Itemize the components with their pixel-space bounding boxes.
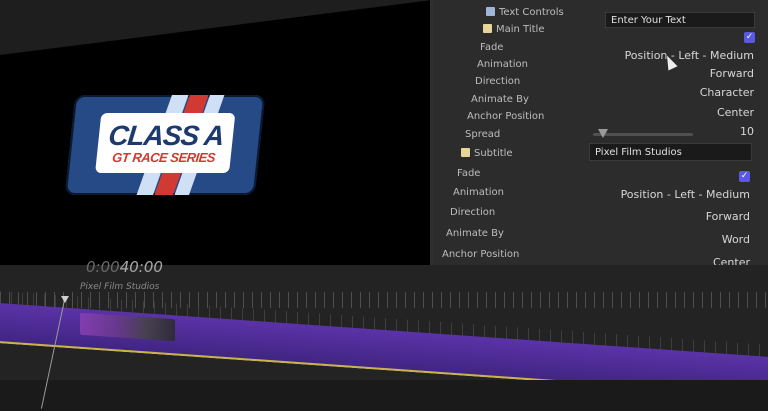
main-direction-dropdown[interactable]: Forward [710, 67, 754, 80]
main-anchor-position-label: Anchor Position [467, 111, 545, 122]
sub-animate-by-label: Animate By [446, 228, 504, 239]
playhead-handle-icon[interactable] [61, 296, 69, 303]
main-title-text-field[interactable]: Enter Your Text [605, 12, 755, 28]
pencil-icon [483, 24, 492, 33]
main-fade-label: Fade [480, 42, 504, 53]
timeline-floor [0, 380, 768, 411]
clip-name-label: Pixel Film Studios [80, 282, 160, 292]
spread-label: Spread [465, 129, 501, 140]
sub-fade-label: Fade [457, 168, 481, 179]
spread-slider-knob[interactable] [598, 129, 608, 138]
sub-anchor-position-label: Anchor Position [442, 249, 520, 260]
main-direction-label: Direction [475, 76, 521, 87]
logo-title: CLASS A [106, 119, 226, 151]
main-animate-by-label: Animate By [471, 94, 529, 105]
sub-animation-label: Animation [453, 187, 504, 198]
logo-subtitle: GT RACE SERIES [111, 149, 216, 165]
main-animation-label: Animation [477, 59, 528, 70]
subtitle-heading[interactable]: Subtitle [461, 148, 513, 159]
text-controls-icon [486, 7, 495, 16]
main-animation-dropdown[interactable]: Position - Left - Medium [625, 49, 754, 62]
sub-animation-dropdown[interactable]: Position - Left - Medium [621, 188, 750, 201]
class-a-logo: CLASS A GT RACE SERIES [64, 95, 266, 195]
pencil-icon [461, 148, 470, 157]
spread-value[interactable]: 10 [740, 125, 754, 138]
main-fade-checkbox[interactable]: ✓ [744, 32, 755, 43]
spread-slider[interactable] [593, 129, 693, 138]
main-title-heading[interactable]: Main Title [483, 24, 544, 35]
sub-direction-dropdown[interactable]: Forward [706, 210, 750, 223]
logo-plate: CLASS A GT RACE SERIES [95, 113, 236, 173]
main-anchor-position-dropdown[interactable]: Center [717, 106, 754, 119]
main-animate-by-dropdown[interactable]: Character [700, 86, 754, 99]
inspector-panel: Text Controls Enter Your Text Main Title… [433, 0, 768, 270]
text-controls-heading: Text Controls [486, 7, 564, 18]
sub-direction-label: Direction [450, 207, 496, 218]
sub-animate-by-dropdown[interactable]: Word [722, 233, 750, 246]
sub-fade-checkbox[interactable]: ✓ [739, 171, 750, 182]
timecode-display: 0:0040:00 [86, 258, 163, 276]
subtitle-text-field[interactable]: Pixel Film Studios [589, 143, 752, 161]
